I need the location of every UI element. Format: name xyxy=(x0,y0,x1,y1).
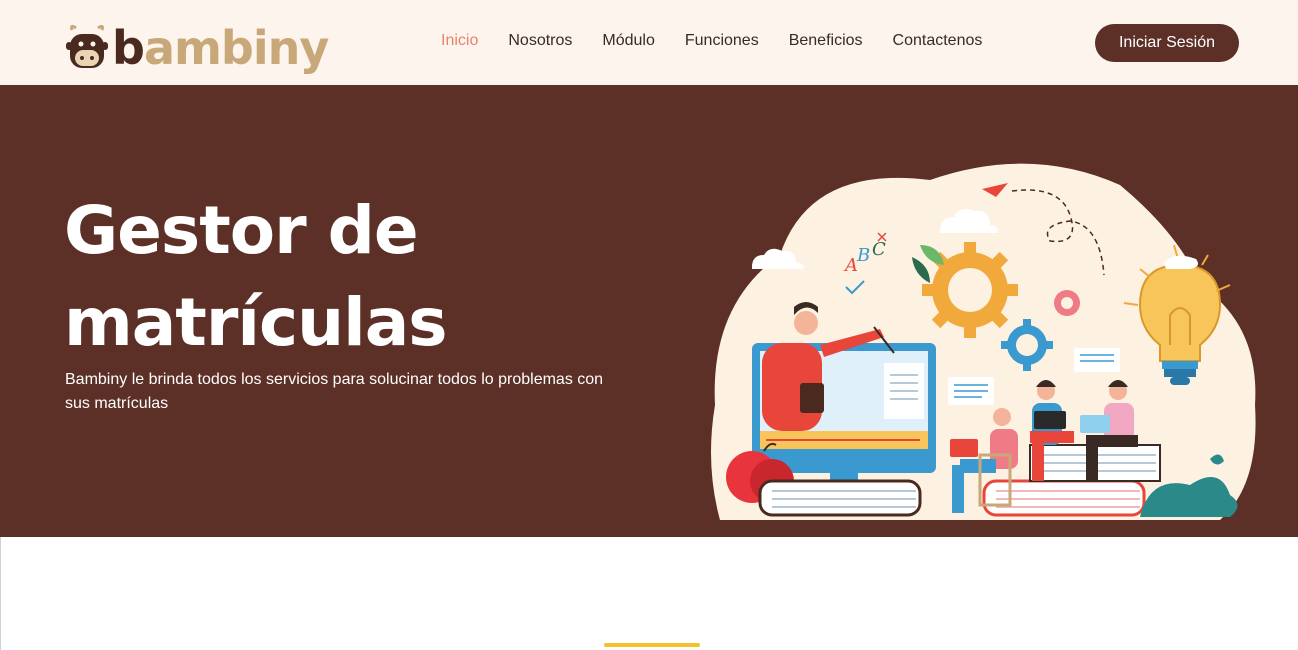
section-accent-line xyxy=(604,643,700,647)
svg-text:C: C xyxy=(872,239,886,260)
gear-icon xyxy=(1054,290,1080,316)
education-illustration: A B C xyxy=(711,163,1256,520)
site-header: bambiny Inicio Nosotros Módulo Funciones… xyxy=(0,0,1298,85)
page-divider xyxy=(0,537,1,650)
hero-title: Gestor de matrículas xyxy=(64,185,484,369)
nav-item-modulo[interactable]: Módulo xyxy=(602,32,654,50)
hero-title-line1: Gestor de xyxy=(64,192,419,269)
svg-text:B: B xyxy=(856,245,870,266)
brand-logo[interactable]: bambiny xyxy=(66,18,329,78)
login-button[interactable]: Iniciar Sesión xyxy=(1095,24,1239,62)
main-nav: Inicio Nosotros Módulo Funciones Benefic… xyxy=(441,32,982,50)
hero-subtitle: Bambiny le brinda todos los servicios pa… xyxy=(65,371,604,412)
nav-item-nosotros[interactable]: Nosotros xyxy=(508,32,572,50)
cow-face-icon xyxy=(66,24,108,72)
nav-item-funciones[interactable]: Funciones xyxy=(685,32,759,50)
nav-item-beneficios[interactable]: Beneficios xyxy=(789,32,863,50)
nav-item-contactenos[interactable]: Contactenos xyxy=(893,32,983,50)
svg-text:A: A xyxy=(843,255,858,276)
hero-title-line2: matrículas xyxy=(64,284,448,361)
nav-item-inicio[interactable]: Inicio xyxy=(441,32,478,50)
brand-name: bambiny xyxy=(112,21,329,75)
hero-section: Gestor de matrículas Bambiny le brinda t… xyxy=(0,85,1298,537)
